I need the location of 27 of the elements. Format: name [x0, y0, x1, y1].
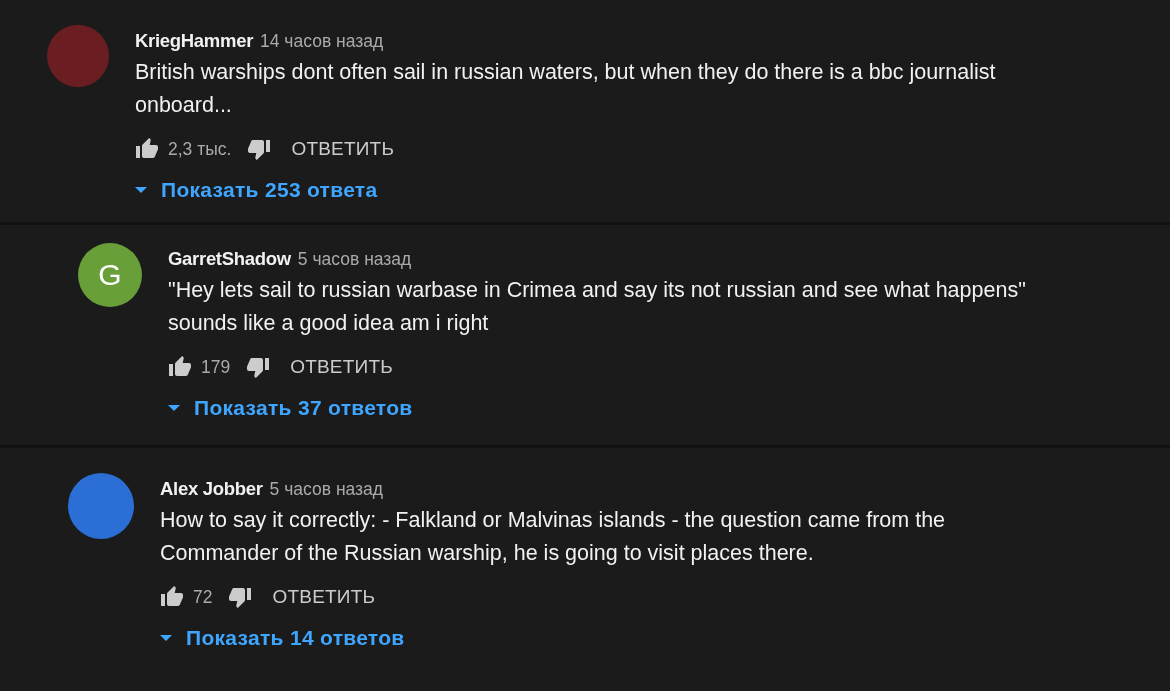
- reply-button[interactable]: ОТВЕТИТЬ: [291, 134, 395, 164]
- author-name[interactable]: Alex Jobber: [160, 478, 263, 500]
- thumbs-down-icon[interactable]: [228, 585, 253, 609]
- reply-button[interactable]: ОТВЕТИТЬ: [290, 352, 393, 382]
- caret-icon: [168, 404, 180, 412]
- reply-button[interactable]: ОТВЕТИТЬ: [272, 582, 376, 612]
- like-count: 2,3 тыс.: [168, 138, 232, 160]
- comment-text: British warships dont often sail in russian waters, but when they do there is a bbc journalist onboard...: [135, 59, 997, 119]
- author-name[interactable]: GarretShadow: [168, 248, 291, 270]
- comment-time[interactable]: 5 часов назад: [297, 249, 412, 270]
- show-replies-button[interactable]: Показать 253 ответа: [135, 176, 1053, 204]
- thumbs-up-icon[interactable]: [168, 355, 192, 379]
- like-count: 72: [193, 586, 213, 608]
- author-name[interactable]: KriegHammer: [135, 30, 254, 52]
- thumbs-up-icon[interactable]: [135, 137, 159, 161]
- caret-icon: [135, 186, 147, 194]
- caret-icon: [160, 634, 172, 642]
- thumbs-down-icon[interactable]: [247, 137, 272, 161]
- show-replies-button[interactable]: Показать 37 ответов: [168, 394, 1093, 422]
- comment-text: How to say it correctly: - Falkland or Malvinas islands - the question came from the Commander of the Russian warship, he is going to visit places there.: [160, 507, 947, 567]
- show-replies-button[interactable]: Показать 14 ответов: [160, 624, 1050, 652]
- thumbs-down-icon[interactable]: [246, 355, 271, 379]
- comment-time[interactable]: 5 часов назад: [269, 479, 384, 500]
- comment-text: "Hey lets sail to russian warbase in Crimea and say its not russian and see what happens" sounds like a good idea am i right: [168, 277, 1027, 337]
- thumbs-up-icon[interactable]: [160, 585, 184, 609]
- like-count: 179: [201, 356, 231, 378]
- comment-time[interactable]: 14 часов назад: [260, 31, 384, 52]
